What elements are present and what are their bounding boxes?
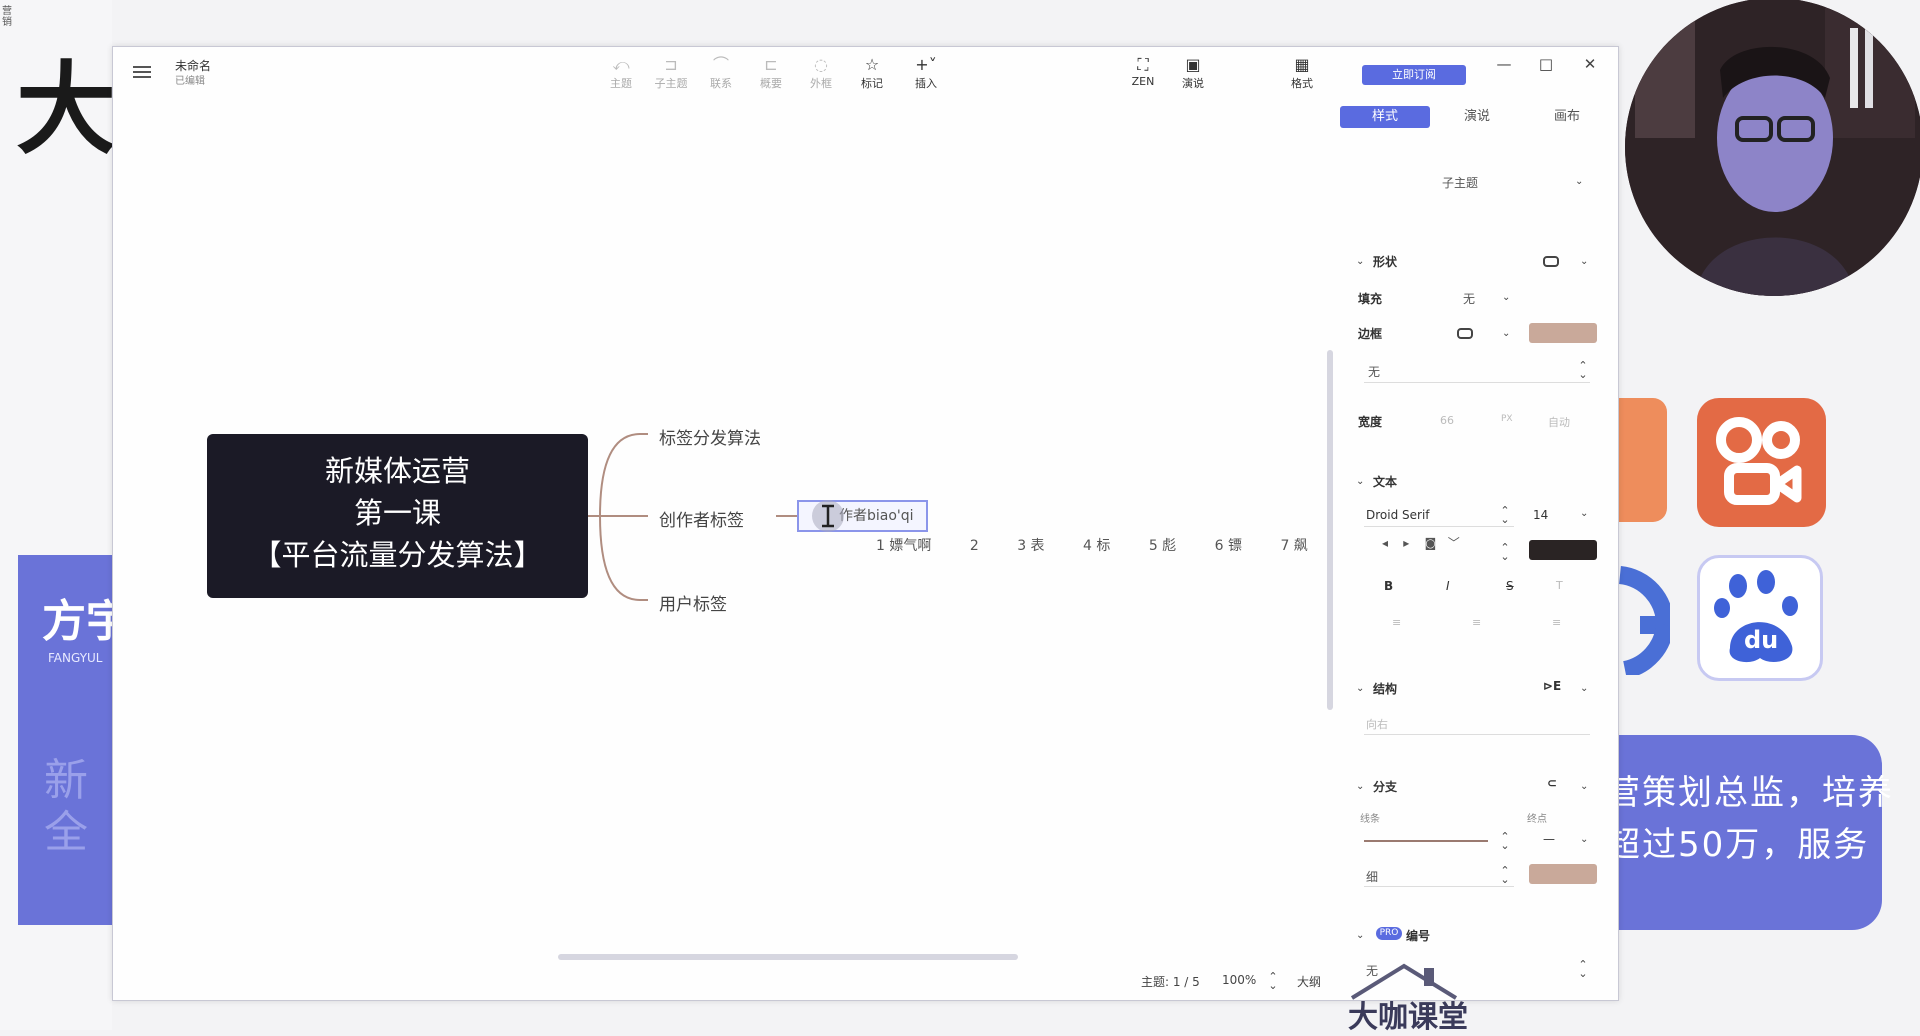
font-size-chevron-icon[interactable]: ⌄ (1580, 508, 1588, 519)
ime-emoji-icon[interactable]: ◙ (1425, 536, 1437, 550)
topic-creator-tags[interactable]: 创作者标签 (659, 506, 744, 531)
border-shape-icon[interactable] (1457, 328, 1473, 339)
shape-rounded-icon[interactable] (1543, 256, 1559, 267)
width-label: 宽度 (1358, 415, 1383, 429)
end-label: 终点 (1527, 814, 1547, 825)
branch-color-swatch[interactable] (1529, 864, 1597, 884)
text-color-stepper-icon[interactable]: ⌃ ⌄ (1500, 542, 1510, 562)
numbering-label: 编号 (1406, 929, 1431, 943)
bold-button[interactable]: B (1384, 579, 1393, 593)
branch-chevron-icon[interactable]: ⌄ (1580, 781, 1588, 792)
style-select[interactable]: 子主题 (1442, 174, 1478, 191)
root-topic[interactable]: 新媒体运营 第一课 【平台流量分发算法】 (207, 434, 588, 598)
ime-candidate-1[interactable]: 1 嫖气啊 (876, 535, 931, 555)
horizontal-scrollbar[interactable] (558, 954, 1018, 960)
text-label: 文本 (1373, 475, 1398, 489)
ime-next-icon[interactable]: ▸ (1403, 536, 1409, 550)
width-unit: PX (1501, 414, 1513, 424)
tab-canvas[interactable]: 画布 (1522, 106, 1612, 128)
text-color-swatch[interactable] (1529, 540, 1597, 560)
line-label: 线条 (1360, 814, 1380, 825)
branch-style-icon[interactable]: ⊂ (1547, 776, 1557, 790)
line-weight-underline (1364, 886, 1514, 887)
fill-chevron-icon[interactable]: ⌄ (1502, 292, 1510, 303)
structure-underline (1364, 734, 1590, 735)
font-family-underline (1364, 526, 1514, 527)
strikethrough-button[interactable]: S (1506, 579, 1514, 593)
numbering-stepper-icon[interactable]: ⌃ ⌄ (1578, 959, 1588, 979)
structure-icon[interactable]: ⊳E (1543, 679, 1561, 693)
line-style-preview[interactable] (1364, 840, 1488, 842)
font-size-select[interactable]: 14 (1533, 508, 1548, 522)
numbering-collapse-icon[interactable]: ⌄ (1356, 930, 1364, 941)
shape-chevron-icon[interactable]: ⌄ (1580, 256, 1588, 267)
shape-collapse-icon[interactable]: ⌄ (1356, 256, 1364, 267)
watermark-logo: 大咖课堂 (1344, 962, 1468, 1035)
line-weight-stepper-icon[interactable]: ⌃ ⌄ (1500, 865, 1510, 885)
ime-candidate-7[interactable]: 7 飙 (1280, 535, 1307, 555)
topic-tag-distribution[interactable]: 标签分发算法 (659, 424, 761, 449)
zoom-level[interactable]: 100% (1222, 973, 1256, 987)
line-weight-value[interactable]: 细 (1366, 868, 1378, 885)
structure-label: 结构 (1373, 682, 1398, 696)
border-style-stepper-icon[interactable]: ⌃ ⌄ (1578, 360, 1588, 380)
end-style-chevron-icon[interactable]: ⌄ (1580, 834, 1588, 845)
outline-button[interactable]: 大纲 (1297, 973, 1321, 990)
branch-label: 分支 (1373, 780, 1398, 794)
text-cursor-icon (812, 500, 844, 532)
structure-value[interactable]: 向右 (1366, 716, 1388, 732)
fill-value[interactable]: 无 (1463, 290, 1475, 307)
zoom-stepper-icon[interactable]: ⌃ ⌄ (1268, 971, 1278, 991)
topic-count: 主题: 1 / 5 (1141, 975, 1200, 989)
tab-style[interactable]: 样式 (1340, 106, 1430, 128)
fill-label: 填充 (1358, 292, 1383, 306)
align-right-icon[interactable]: ≡ (1552, 616, 1561, 629)
root-topic-line2: 第一课 (353, 496, 441, 530)
root-topic-line1: 新媒体运营 (324, 454, 470, 488)
topic-user-tags[interactable]: 用户标签 (659, 590, 727, 615)
ime-controls: ◂ ▸ ◙ ﹀ (1382, 534, 1460, 551)
ime-expand-icon[interactable]: ﹀ (1448, 536, 1460, 550)
border-color-swatch[interactable] (1529, 323, 1597, 343)
branch-collapse-icon[interactable]: ⌄ (1356, 781, 1364, 792)
text-collapse-icon[interactable]: ⌄ (1356, 476, 1364, 487)
align-center-icon[interactable]: ≡ (1472, 616, 1481, 629)
vertical-scrollbar[interactable] (1327, 350, 1333, 710)
ime-candidate-4[interactable]: 4 标 (1083, 535, 1110, 555)
end-style-select[interactable]: — (1543, 832, 1555, 846)
align-left-icon[interactable]: ≡ (1392, 616, 1401, 629)
ime-candidate-3[interactable]: 3 表 (1017, 535, 1044, 555)
font-family-select[interactable]: Droid Serif (1366, 508, 1430, 522)
ime-candidate-2[interactable]: 2 (970, 538, 979, 554)
text-case-button[interactable]: T (1556, 579, 1563, 592)
width-auto[interactable]: 自动 (1548, 414, 1570, 430)
line-style-stepper-icon[interactable]: ⌃ ⌄ (1500, 831, 1510, 851)
ime-prev-icon[interactable]: ◂ (1382, 536, 1388, 550)
italic-button[interactable]: I (1446, 579, 1450, 593)
pro-badge: PRO (1376, 927, 1402, 940)
style-select-chevron-icon[interactable]: ⌄ (1575, 176, 1583, 187)
border-label: 边框 (1358, 327, 1383, 341)
watermark-text: 大咖课堂 (1348, 1000, 1468, 1035)
shape-label: 形状 (1373, 255, 1398, 269)
width-value[interactable]: 66 (1440, 414, 1454, 427)
ime-candidate-5[interactable]: 5 彪 (1149, 535, 1176, 555)
ime-candidate-bar[interactable]: 1 嫖气啊 2 3 表 4 标 5 彪 6 镖 7 飙 (876, 535, 1342, 555)
font-family-stepper-icon[interactable]: ⌃ ⌄ (1500, 505, 1510, 525)
border-chevron-icon[interactable]: ⌄ (1502, 328, 1510, 339)
structure-chevron-icon[interactable]: ⌄ (1580, 683, 1588, 694)
border-style-value[interactable]: 无 (1368, 363, 1380, 380)
structure-collapse-icon[interactable]: ⌄ (1356, 683, 1364, 694)
border-style-underline (1364, 382, 1590, 383)
tab-present[interactable]: 演说 (1432, 106, 1522, 128)
root-topic-line3: 【平台流量分发算法】 (252, 538, 543, 572)
ime-candidate-6[interactable]: 6 镖 (1215, 535, 1242, 555)
